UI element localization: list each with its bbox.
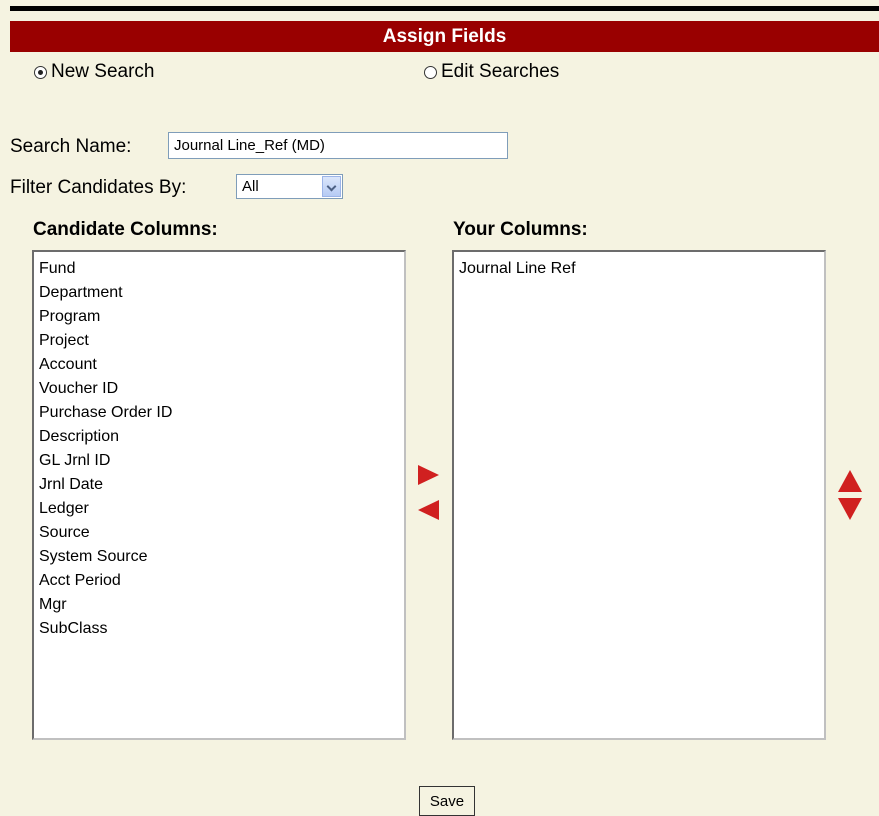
top-border (0, 0, 879, 11)
list-item[interactable]: SubClass (39, 617, 404, 641)
chevron-down-icon[interactable] (322, 176, 341, 197)
new-search-label: New Search (51, 61, 155, 82)
move-down-arrow-icon[interactable] (838, 498, 862, 520)
list-item[interactable]: System Source (39, 545, 404, 569)
move-left-arrow-icon[interactable] (418, 500, 439, 520)
list-item[interactable]: Purchase Order ID (39, 401, 404, 425)
list-item[interactable]: Mgr (39, 593, 404, 617)
candidate-columns-list[interactable]: Fund Department Program Project Account Vouch… (32, 250, 406, 740)
list-item[interactable]: GL Jrnl ID (39, 449, 404, 473)
list-item[interactable]: Acct Period (39, 569, 404, 593)
list-item[interactable]: Source (39, 521, 404, 545)
new-search-radio[interactable] (34, 65, 47, 79)
list-item[interactable]: Ledger (39, 497, 404, 521)
your-columns-heading: Your Columns: (453, 219, 588, 240)
edit-searches-option[interactable]: Edit Searches (424, 61, 559, 83)
candidate-columns-heading: Candidate Columns: (33, 219, 218, 240)
list-item[interactable]: Journal Line Ref (459, 257, 824, 281)
list-item[interactable]: Account (39, 353, 404, 377)
list-item[interactable]: Program (39, 305, 404, 329)
list-item[interactable]: Voucher ID (39, 377, 404, 401)
list-item[interactable]: Project (39, 329, 404, 353)
edit-searches-radio[interactable] (424, 65, 437, 79)
move-right-arrow-icon[interactable] (418, 465, 439, 485)
move-up-arrow-icon[interactable] (838, 470, 862, 492)
search-name-input[interactable] (168, 132, 508, 159)
list-item[interactable]: Fund (39, 257, 404, 281)
list-item[interactable]: Department (39, 281, 404, 305)
filter-select-value: All (242, 178, 259, 195)
your-columns-list[interactable]: Journal Line Ref (452, 250, 826, 740)
list-item[interactable]: Description (39, 425, 404, 449)
list-item[interactable]: Jrnl Date (39, 473, 404, 497)
filter-label: Filter Candidates By: (10, 177, 187, 198)
page-title: Assign Fields (10, 21, 879, 52)
edit-searches-label: Edit Searches (441, 61, 560, 82)
search-name-label: Search Name: (10, 136, 132, 157)
new-search-option[interactable]: New Search (34, 61, 155, 83)
save-button[interactable]: Save (419, 786, 475, 816)
filter-select[interactable]: All (236, 174, 343, 199)
